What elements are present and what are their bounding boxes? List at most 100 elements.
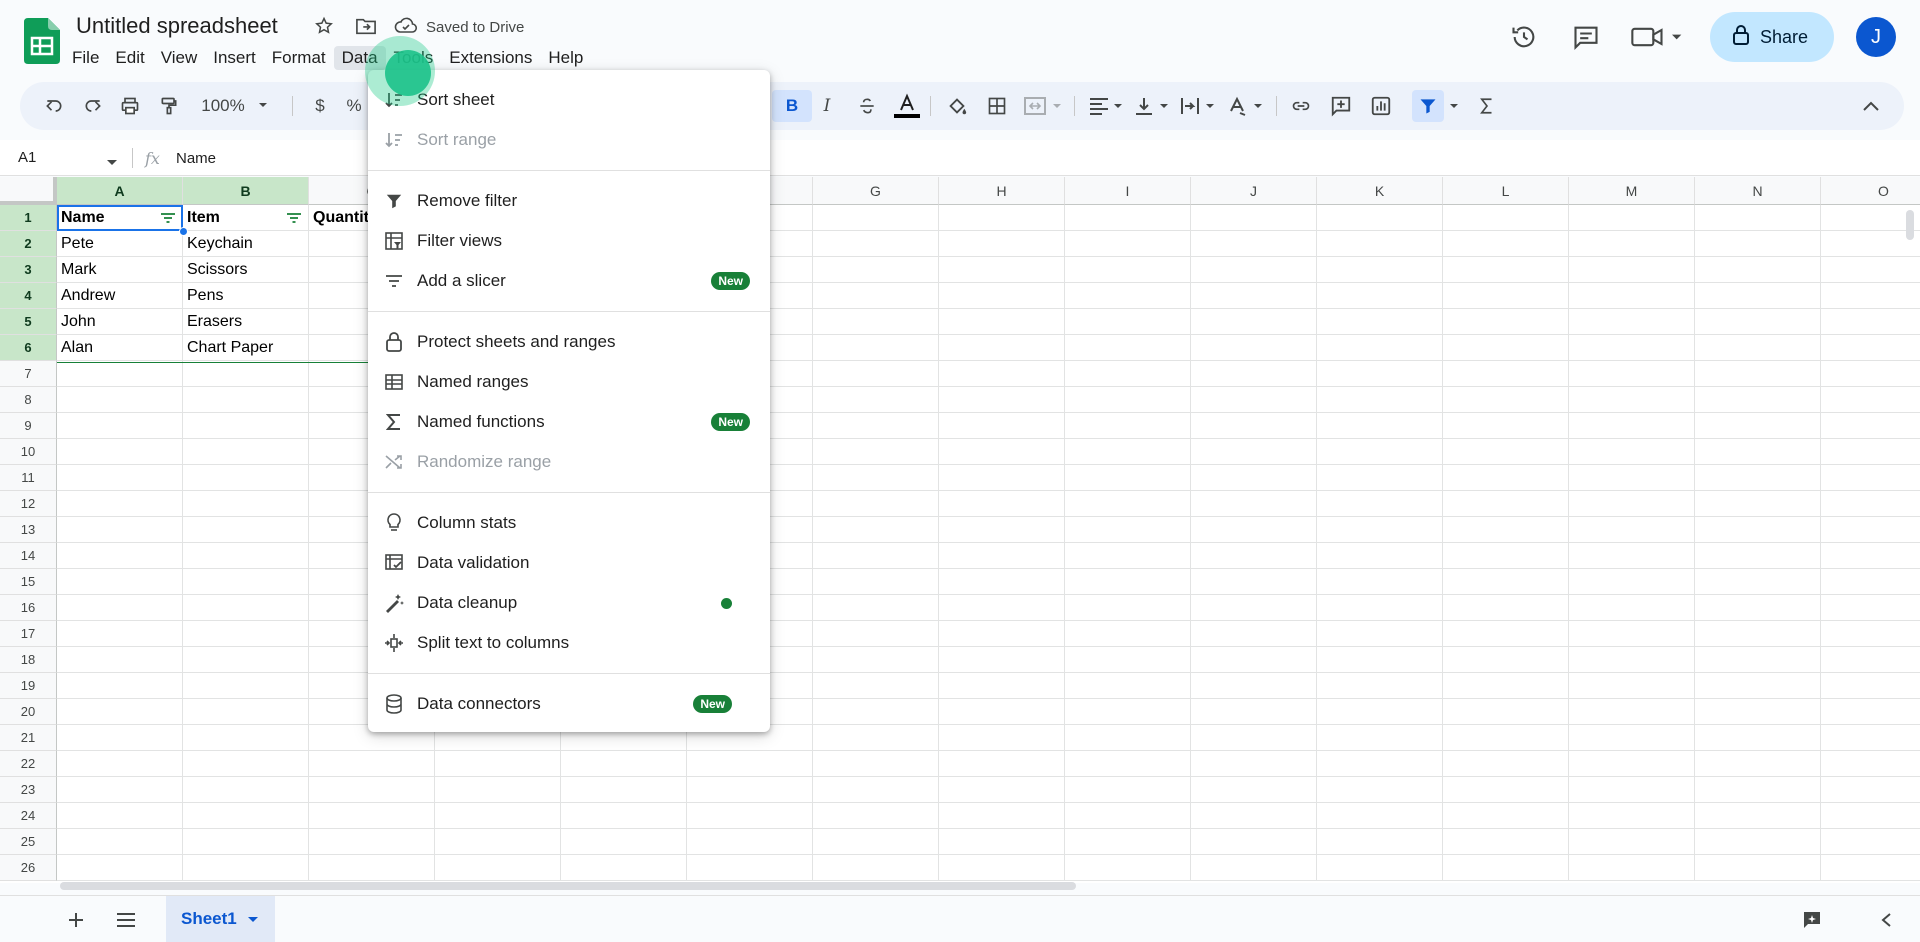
cell-n25[interactable] — [1695, 829, 1821, 855]
cell-h16[interactable] — [939, 595, 1065, 621]
cell-g13[interactable] — [813, 517, 939, 543]
cell-g18[interactable] — [813, 647, 939, 673]
cell-l11[interactable] — [1443, 465, 1569, 491]
menu-file[interactable]: File — [64, 46, 107, 70]
cell-o5[interactable] — [1821, 309, 1920, 335]
merge-cells-icon[interactable] — [1020, 94, 1066, 118]
cell-f24[interactable] — [687, 803, 813, 829]
cell-g19[interactable] — [813, 673, 939, 699]
cell-i2[interactable] — [1065, 231, 1191, 257]
cell-o7[interactable] — [1821, 361, 1920, 387]
cell-g16[interactable] — [813, 595, 939, 621]
cell-b2[interactable]: Keychain — [183, 231, 309, 257]
cell-n17[interactable] — [1695, 621, 1821, 647]
cell-m9[interactable] — [1569, 413, 1695, 439]
cell-k6[interactable] — [1317, 335, 1443, 361]
cell-h8[interactable] — [939, 387, 1065, 413]
cell-b23[interactable] — [183, 777, 309, 803]
cell-o8[interactable] — [1821, 387, 1920, 413]
cell-g10[interactable] — [813, 439, 939, 465]
cell-h21[interactable] — [939, 725, 1065, 751]
cell-a17[interactable] — [57, 621, 183, 647]
cell-i20[interactable] — [1065, 699, 1191, 725]
cell-a5[interactable]: John — [57, 309, 183, 335]
cell-m6[interactable] — [1569, 335, 1695, 361]
menu-item-remove-filter[interactable]: Remove filter — [368, 181, 770, 221]
cell-l18[interactable] — [1443, 647, 1569, 673]
cell-k25[interactable] — [1317, 829, 1443, 855]
print-icon[interactable] — [118, 94, 142, 118]
cell-j10[interactable] — [1191, 439, 1317, 465]
cell-n14[interactable] — [1695, 543, 1821, 569]
cell-l1[interactable] — [1443, 205, 1569, 231]
cell-h3[interactable] — [939, 257, 1065, 283]
column-header-h[interactable]: H — [939, 177, 1065, 205]
cell-j17[interactable] — [1191, 621, 1317, 647]
cell-h23[interactable] — [939, 777, 1065, 803]
currency-button[interactable]: $ — [310, 94, 330, 118]
cell-i21[interactable] — [1065, 725, 1191, 751]
cell-e23[interactable] — [561, 777, 687, 803]
sheet-tab-sheet1[interactable]: Sheet1 — [166, 896, 275, 942]
cell-n3[interactable] — [1695, 257, 1821, 283]
cell-h20[interactable] — [939, 699, 1065, 725]
cell-h13[interactable] — [939, 517, 1065, 543]
row-header-4[interactable]: 4 — [0, 283, 57, 309]
cell-n15[interactable] — [1695, 569, 1821, 595]
menu-item-named-functions[interactable]: Named functions New — [368, 402, 770, 442]
cell-b14[interactable] — [183, 543, 309, 569]
cell-m21[interactable] — [1569, 725, 1695, 751]
row-header-23[interactable]: 23 — [0, 777, 57, 803]
cell-a8[interactable] — [57, 387, 183, 413]
cell-b4[interactable]: Pens — [183, 283, 309, 309]
cell-h14[interactable] — [939, 543, 1065, 569]
cell-j19[interactable] — [1191, 673, 1317, 699]
cell-m24[interactable] — [1569, 803, 1695, 829]
cell-k22[interactable] — [1317, 751, 1443, 777]
menu-item-add-a-slicer[interactable]: Add a slicer New — [368, 261, 770, 301]
cell-j2[interactable] — [1191, 231, 1317, 257]
cell-i12[interactable] — [1065, 491, 1191, 517]
cell-a11[interactable] — [57, 465, 183, 491]
row-header-11[interactable]: 11 — [0, 465, 57, 491]
cell-n12[interactable] — [1695, 491, 1821, 517]
cell-i24[interactable] — [1065, 803, 1191, 829]
cell-g7[interactable] — [813, 361, 939, 387]
cell-h17[interactable] — [939, 621, 1065, 647]
cell-j9[interactable] — [1191, 413, 1317, 439]
cell-b9[interactable] — [183, 413, 309, 439]
cell-n23[interactable] — [1695, 777, 1821, 803]
cell-n13[interactable] — [1695, 517, 1821, 543]
cell-l24[interactable] — [1443, 803, 1569, 829]
cell-l7[interactable] — [1443, 361, 1569, 387]
cell-k16[interactable] — [1317, 595, 1443, 621]
cell-b5[interactable]: Erasers — [183, 309, 309, 335]
cell-i6[interactable] — [1065, 335, 1191, 361]
cell-h24[interactable] — [939, 803, 1065, 829]
cell-m10[interactable] — [1569, 439, 1695, 465]
column-header-m[interactable]: M — [1569, 177, 1695, 205]
cell-b1[interactable]: Item — [183, 205, 309, 231]
menu-item-data-connectors[interactable]: Data connectors New — [368, 684, 770, 724]
zoom-select[interactable]: 100% — [196, 94, 274, 118]
cell-h4[interactable] — [939, 283, 1065, 309]
all-sheets-icon[interactable] — [114, 908, 138, 932]
cell-c23[interactable] — [309, 777, 435, 803]
menu-item-protect-sheets-and-ranges[interactable]: Protect sheets and ranges — [368, 322, 770, 362]
cell-a13[interactable] — [57, 517, 183, 543]
cell-i17[interactable] — [1065, 621, 1191, 647]
row-header-5[interactable]: 5 — [0, 309, 57, 335]
formula-input[interactable]: Name — [176, 150, 216, 167]
row-header-8[interactable]: 8 — [0, 387, 57, 413]
cell-a4[interactable]: Andrew — [57, 283, 183, 309]
cell-k13[interactable] — [1317, 517, 1443, 543]
move-folder-icon[interactable] — [354, 14, 378, 38]
cell-a3[interactable]: Mark — [57, 257, 183, 283]
cell-k21[interactable] — [1317, 725, 1443, 751]
row-header-14[interactable]: 14 — [0, 543, 57, 569]
row-header-25[interactable]: 25 — [0, 829, 57, 855]
comments-icon[interactable] — [1566, 17, 1606, 57]
cell-k24[interactable] — [1317, 803, 1443, 829]
menu-insert[interactable]: Insert — [205, 46, 264, 70]
cell-h26[interactable] — [939, 855, 1065, 881]
